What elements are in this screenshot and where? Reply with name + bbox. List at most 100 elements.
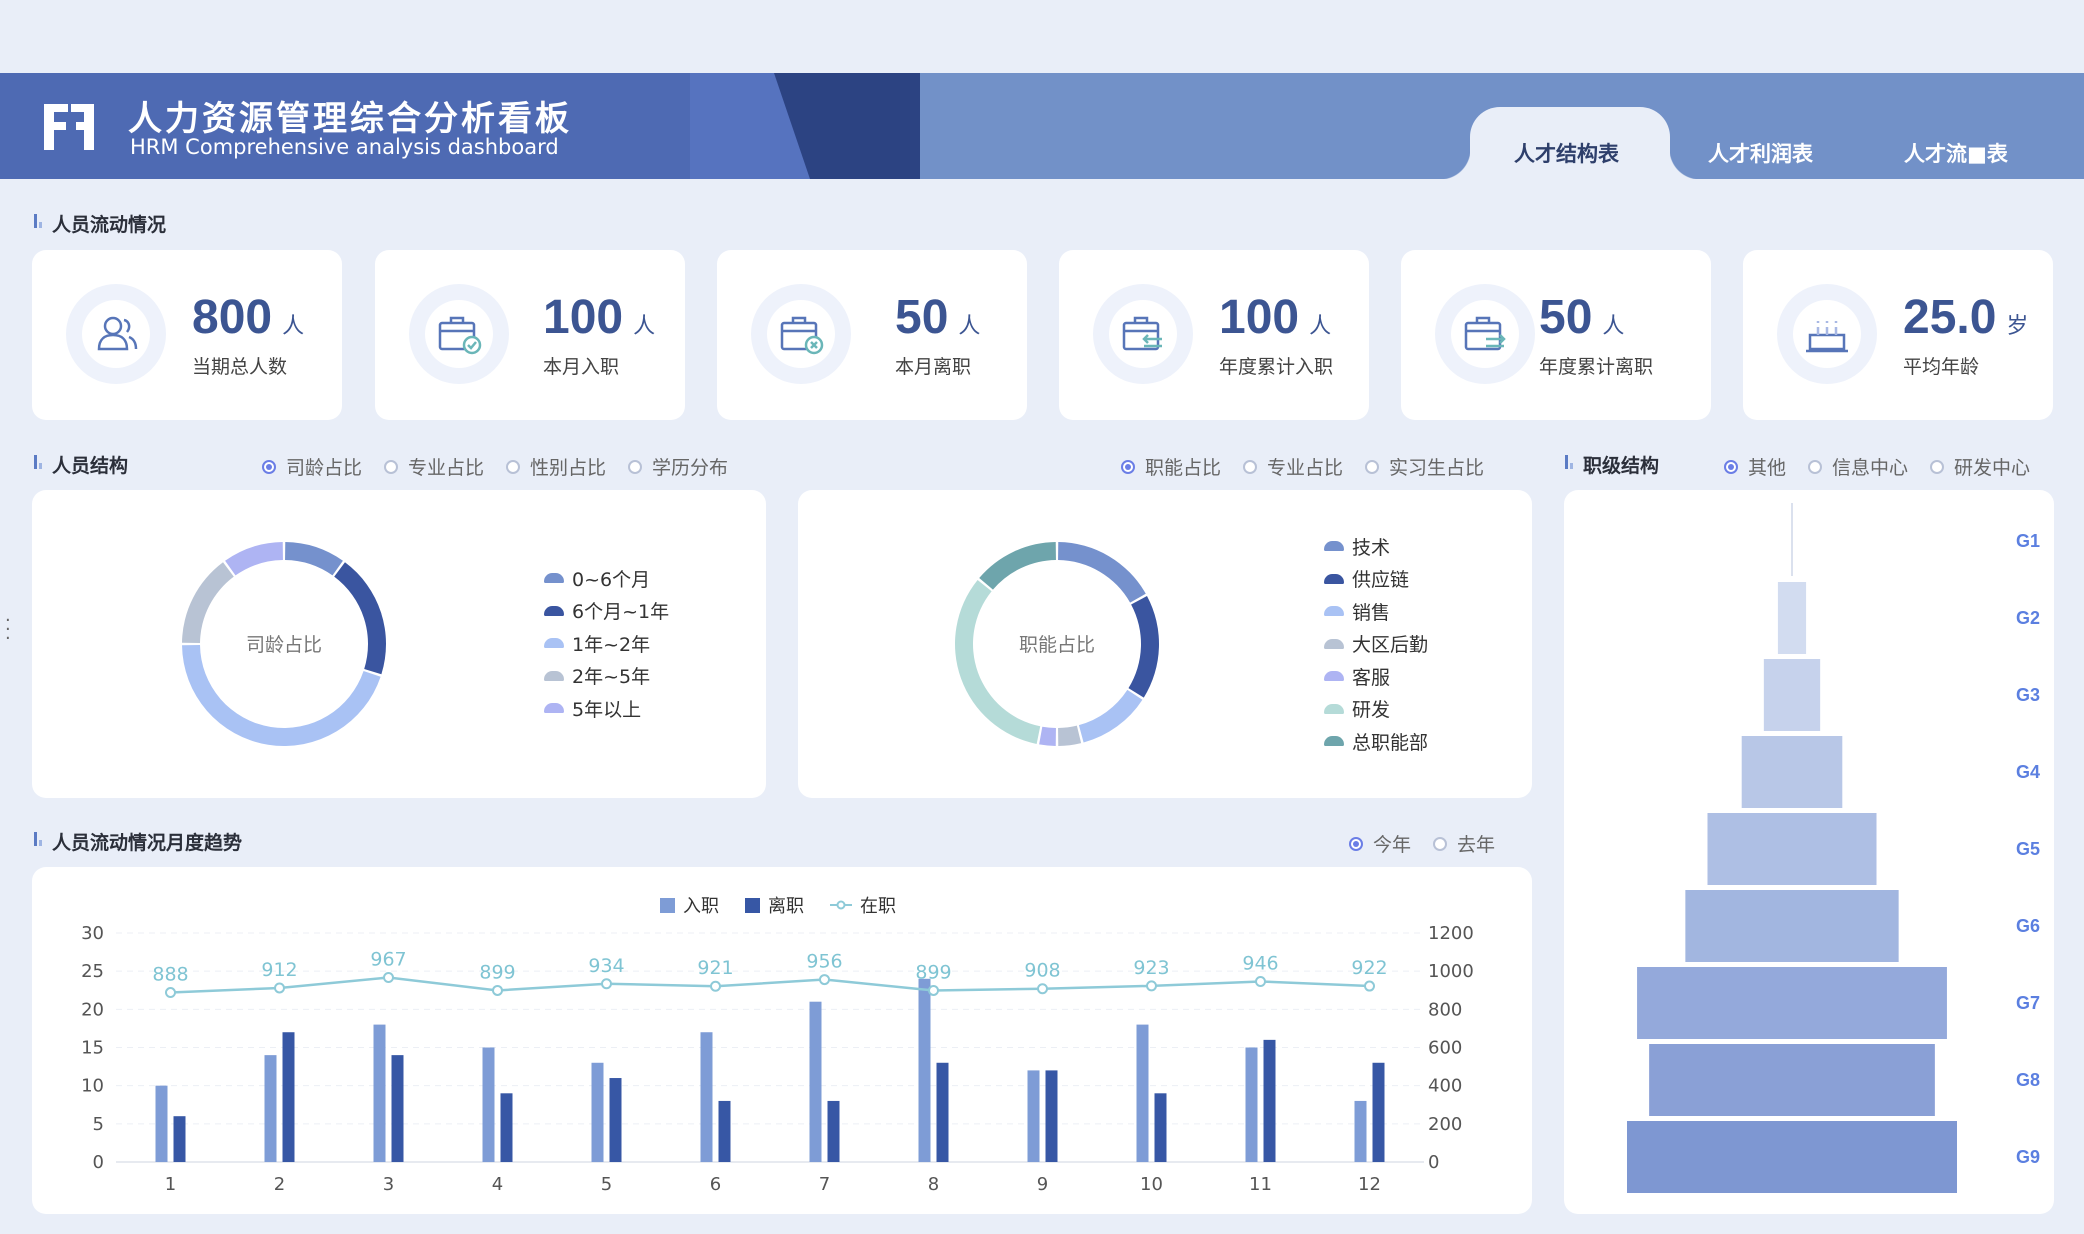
function-chart-panel: 职能占比 技术 供应链 销售 大区后勤 客服 研发 总职能部: [798, 490, 1532, 798]
tab-talent-structure[interactable]: 人才结构表: [1514, 138, 1619, 174]
donut-slice[interactable]: [225, 542, 283, 576]
x-tick-label: 3: [383, 1174, 394, 1195]
radio-major-ratio-2[interactable]: 专业占比: [1243, 453, 1343, 480]
radio-gender-ratio[interactable]: 性别占比: [506, 453, 606, 480]
donut-slice[interactable]: [1058, 725, 1082, 746]
donut-slice[interactable]: [182, 562, 234, 643]
bar-hire[interactable]: [1027, 1070, 1040, 1162]
onjob-point[interactable]: [492, 984, 503, 996]
onjob-point[interactable]: [710, 980, 721, 992]
legend-item[interactable]: 客服: [1324, 660, 1428, 693]
funnel-bar[interactable]: [1777, 582, 1807, 654]
onjob-point[interactable]: [601, 978, 612, 990]
legend-item[interactable]: 1年~2年: [544, 627, 669, 660]
kpi-unit: 人: [1309, 313, 1332, 338]
onjob-point[interactable]: [819, 974, 830, 986]
bar-hire[interactable]: [264, 1055, 277, 1162]
onjob-point[interactable]: [1255, 975, 1266, 987]
bar-leave[interactable]: [718, 1100, 731, 1162]
bar-leave[interactable]: [1045, 1070, 1058, 1162]
x-tick-label: 2: [274, 1174, 285, 1195]
legend-item[interactable]: 技术: [1324, 530, 1428, 563]
radio-this-year[interactable]: 今年: [1349, 830, 1411, 857]
legend-item[interactable]: 供应链: [1324, 563, 1428, 596]
funnel-bar[interactable]: [1763, 659, 1821, 731]
legend-item[interactable]: 2年~5年: [544, 660, 669, 693]
legend-item[interactable]: 销售: [1324, 595, 1428, 628]
radio-function-ratio[interactable]: 职能占比: [1121, 453, 1221, 480]
level-radio-group: 其他 信息中心 研发中心: [1724, 453, 2030, 480]
bar-leave[interactable]: [609, 1078, 622, 1162]
y-tick-label: 10: [81, 1076, 104, 1097]
bar-hire[interactable]: [918, 978, 931, 1162]
y2-tick-label: 1000: [1428, 961, 1474, 982]
legend-item[interactable]: 0~6个月: [544, 562, 669, 595]
radio-intern-ratio[interactable]: 实习生占比: [1365, 453, 1484, 480]
y-tick-label: 30: [81, 923, 104, 944]
donut-slice[interactable]: [955, 579, 1041, 744]
onjob-point[interactable]: [1364, 980, 1375, 992]
radio-rd-center[interactable]: 研发中心: [1930, 453, 2030, 480]
onjob-point[interactable]: [383, 971, 394, 983]
bar-hire[interactable]: [591, 1062, 604, 1162]
legend-item-hire[interactable]: 入职: [660, 892, 719, 918]
donut-slice[interactable]: [1058, 542, 1146, 603]
donut-slice[interactable]: [1039, 726, 1056, 746]
onjob-point[interactable]: [1146, 980, 1157, 992]
legend-item[interactable]: 研发: [1324, 693, 1428, 726]
tab-talent-flow[interactable]: 人才流■表: [1904, 138, 2008, 174]
donut-slice[interactable]: [979, 542, 1056, 590]
funnel-bar[interactable]: [1685, 890, 1899, 962]
bar-leave[interactable]: [500, 1093, 513, 1162]
donut-slice[interactable]: [285, 542, 343, 576]
donut-slice[interactable]: [1078, 689, 1143, 743]
bar-leave[interactable]: [1263, 1039, 1276, 1162]
legend-item[interactable]: 5年以上: [544, 692, 669, 725]
bar-leave[interactable]: [827, 1100, 840, 1162]
bar-leave[interactable]: [391, 1055, 404, 1162]
legend-item[interactable]: 大区后勤: [1324, 628, 1428, 661]
legend-label: 供应链: [1352, 569, 1410, 592]
x-tick-label: 9: [1037, 1174, 1048, 1195]
onjob-point[interactable]: [165, 987, 176, 999]
legend-item[interactable]: 6个月~1年: [544, 595, 669, 628]
funnel-bar[interactable]: [1649, 1044, 1935, 1116]
bar-leave[interactable]: [936, 1062, 949, 1162]
tab-talent-profit[interactable]: 人才利润表: [1708, 138, 1813, 174]
radio-tenure-ratio[interactable]: 司龄占比: [262, 453, 362, 480]
y2-tick-label: 0: [1428, 1152, 1439, 1173]
bar-hire[interactable]: [1245, 1047, 1258, 1163]
bar-hire[interactable]: [700, 1032, 713, 1162]
radio-other[interactable]: 其他: [1724, 453, 1786, 480]
onjob-value-label: 956: [806, 951, 842, 973]
radio-education[interactable]: 学历分布: [628, 453, 728, 480]
funnel-bar[interactable]: [1637, 967, 1947, 1039]
onjob-point[interactable]: [1037, 983, 1048, 995]
bar-leave[interactable]: [173, 1116, 186, 1162]
bar-leave[interactable]: [1154, 1093, 1167, 1162]
bar-hire[interactable]: [809, 1001, 822, 1162]
legend-item[interactable]: 总职能部: [1324, 725, 1428, 758]
bar-leave[interactable]: [1372, 1062, 1385, 1162]
radio-info-center[interactable]: 信息中心: [1808, 453, 1908, 480]
bar-hire[interactable]: [155, 1085, 168, 1162]
donut-slice[interactable]: [334, 562, 386, 675]
funnel-bar[interactable]: [1741, 736, 1843, 808]
radio-last-year[interactable]: 去年: [1433, 830, 1495, 857]
funnel-bar[interactable]: [1627, 1121, 1957, 1193]
funnel-bar[interactable]: [1707, 813, 1877, 885]
legend-item-onjob[interactable]: 在职: [830, 892, 896, 918]
bar-leave[interactable]: [282, 1032, 295, 1162]
bar-hire[interactable]: [373, 1024, 386, 1162]
bar-hire[interactable]: [482, 1047, 495, 1163]
radio-major-ratio[interactable]: 专业占比: [384, 453, 484, 480]
bar-hire[interactable]: [1136, 1024, 1149, 1162]
donut-slice[interactable]: [182, 645, 381, 746]
y-tick-label: 0: [93, 1152, 104, 1173]
donut-slice[interactable]: [1128, 595, 1159, 698]
legend-item-leave[interactable]: 离职: [745, 892, 804, 918]
onjob-point[interactable]: [928, 984, 939, 996]
bar-hire[interactable]: [1354, 1100, 1367, 1162]
onjob-point[interactable]: [274, 982, 285, 994]
side-handle-icon[interactable]: · · ·: [5, 612, 11, 648]
